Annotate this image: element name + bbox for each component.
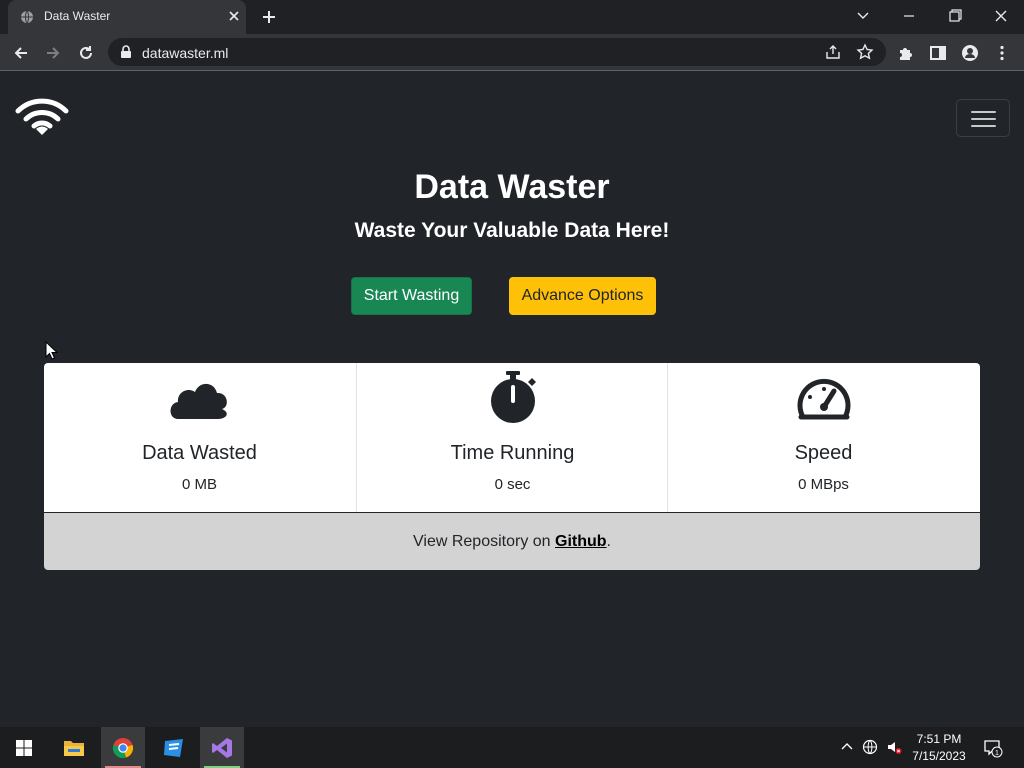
- menu-dots-icon[interactable]: [993, 44, 1011, 62]
- taskbar: 7:51 PM 7/15/2023 1: [0, 727, 1024, 768]
- stat-value: 0 sec: [494, 476, 531, 493]
- footer-suffix: .: [606, 532, 611, 550]
- wifi-icon[interactable]: [14, 95, 70, 135]
- cloud-icon: [170, 383, 227, 419]
- close-tab-icon[interactable]: [226, 8, 242, 24]
- url-text: datawaster.ml: [142, 45, 229, 61]
- taskbar-file-explorer[interactable]: [52, 727, 96, 768]
- stat-value: 0 MB: [181, 476, 217, 493]
- browser-toolbar: datawaster.ml: [0, 34, 1024, 71]
- chevron-up-icon[interactable]: [839, 739, 855, 755]
- stat-label: Speed: [794, 442, 853, 464]
- visual-studio-icon: [212, 738, 232, 758]
- taskbar-app-blue[interactable]: [152, 727, 196, 768]
- notification-center-icon[interactable]: 1: [983, 738, 1003, 758]
- stat-value: 0 MBps: [798, 476, 849, 493]
- hamburger-line: [971, 111, 996, 113]
- taskbar-clock[interactable]: 7:51 PM 7/15/2023: [905, 731, 973, 765]
- profile-icon[interactable]: [961, 44, 979, 62]
- address-bar[interactable]: datawaster.ml: [108, 38, 886, 66]
- page-title: Data Waster: [414, 168, 610, 206]
- close-window-icon[interactable]: [990, 6, 1012, 26]
- volume-muted-icon[interactable]: [886, 739, 902, 755]
- forward-icon[interactable]: [44, 44, 62, 62]
- bookmark-star-icon[interactable]: [856, 43, 874, 61]
- extensions-icon[interactable]: [897, 44, 915, 62]
- speedometer-icon: [797, 378, 851, 420]
- stat-card-speed: Speed 0 MBps: [667, 363, 979, 512]
- new-tab-icon[interactable]: [261, 9, 277, 25]
- github-link[interactable]: Github: [555, 533, 607, 551]
- lock-icon: [121, 45, 131, 58]
- back-icon[interactable]: [12, 44, 30, 62]
- mouse-cursor-icon: [45, 341, 59, 360]
- side-panel-icon[interactable]: [929, 44, 947, 62]
- hamburger-line: [971, 125, 996, 127]
- tab-data-waster[interactable]: Data Waster: [8, 0, 246, 34]
- tab-strip: Data Waster: [0, 0, 1024, 34]
- stat-label: Time Running: [450, 442, 575, 464]
- clock-date: 7/15/2023: [912, 749, 966, 763]
- clock-time: 7:51 PM: [916, 732, 962, 746]
- stats-card-group: Data Wasted 0 MB Time Running 0 sec Spee…: [44, 363, 980, 512]
- reload-icon[interactable]: [77, 44, 95, 62]
- page-subtitle: Waste Your Valuable Data Here!: [354, 219, 670, 242]
- stopwatch-icon: [491, 371, 536, 423]
- advance-options-button[interactable]: Advance Options: [509, 277, 656, 315]
- stat-label: Data Wasted: [142, 442, 257, 464]
- windows-logo-icon: [16, 740, 32, 756]
- taskbar-chrome[interactable]: [101, 727, 145, 768]
- start-wasting-button[interactable]: Start Wasting: [351, 277, 472, 315]
- footer-prefix: View Repository on: [413, 532, 555, 550]
- web-page: Data Waster Waste Your Valuable Data Her…: [0, 71, 1024, 727]
- start-button[interactable]: [2, 727, 46, 768]
- tab-search-icon[interactable]: [852, 6, 874, 26]
- minimize-icon[interactable]: [898, 6, 920, 26]
- restore-icon[interactable]: [944, 6, 966, 26]
- navbar-toggle-button[interactable]: [956, 99, 1010, 137]
- globe-icon: [21, 10, 33, 24]
- folder-icon: [64, 741, 84, 756]
- repository-footer: View Repository on Github.: [44, 513, 980, 570]
- taskbar-visual-studio[interactable]: [200, 727, 244, 768]
- stat-card-data-wasted: Data Wasted 0 MB: [44, 363, 355, 512]
- network-globe-icon[interactable]: [862, 739, 878, 755]
- tab-title: Data Waster: [44, 9, 111, 23]
- stat-card-time-running: Time Running 0 sec: [356, 363, 668, 512]
- blue-app-icon: [164, 739, 183, 757]
- notification-count: 1: [995, 750, 999, 757]
- chrome-icon: [112, 738, 134, 758]
- share-icon[interactable]: [824, 43, 842, 61]
- hamburger-line: [971, 118, 996, 120]
